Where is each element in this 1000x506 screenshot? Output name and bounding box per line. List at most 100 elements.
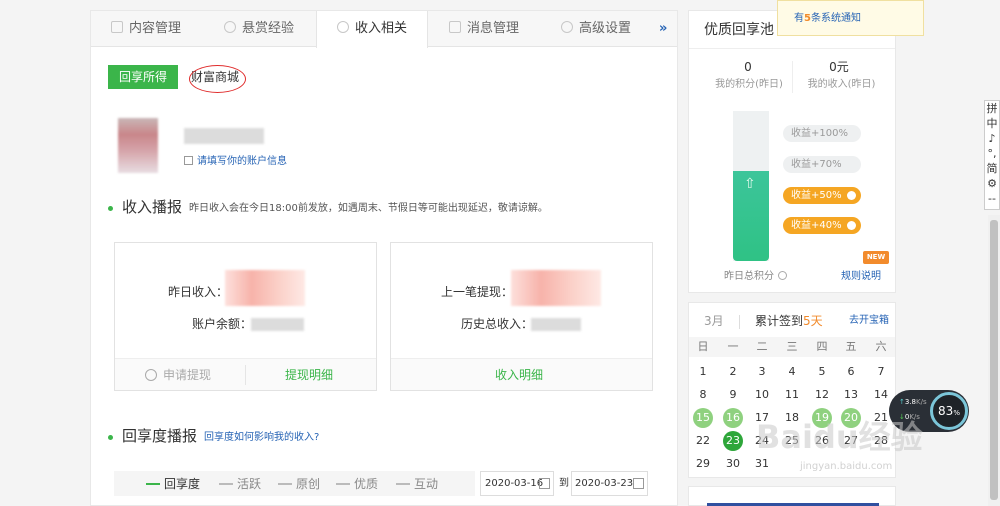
bonus-pill-100: 收益+100% xyxy=(783,125,861,142)
calendar-day-2[interactable]: 2 xyxy=(723,362,743,382)
subtab-share[interactable]: 回享所得 xyxy=(108,65,178,89)
weekday-tue: 二 xyxy=(756,340,768,353)
pool-panel: 优质回享池 0 我的积分(昨日) 0元 我的收入(昨日) ⇧ 收益+100% 收… xyxy=(688,10,896,293)
info-icon xyxy=(145,369,157,381)
edit-icon xyxy=(184,156,193,165)
rules-link[interactable]: 规则说明 xyxy=(841,270,881,284)
legend-line-icon xyxy=(278,483,292,485)
balance-blurred xyxy=(251,318,304,331)
tabs-more-button[interactable]: » xyxy=(659,11,667,47)
divider xyxy=(739,315,740,329)
bullet-icon xyxy=(108,206,113,211)
calendar-day-9[interactable]: 9 xyxy=(723,385,743,405)
mail-icon xyxy=(449,21,461,33)
bonus-pill-70: 收益+70% xyxy=(783,156,861,173)
ime-punct[interactable]: °, xyxy=(985,146,999,161)
ime-simplified[interactable]: 简 xyxy=(985,161,999,176)
calendar-day-8[interactable]: 8 xyxy=(693,385,713,405)
watermark-url: jingyan.baidu.com xyxy=(800,461,893,472)
calendar-day-15[interactable]: 15 xyxy=(693,408,713,428)
tab-advanced[interactable]: 高级设置 xyxy=(561,11,631,47)
withdraw-card-footer: 申请提现 提现明细 xyxy=(115,358,376,390)
open-box-link[interactable]: 去开宝箱 xyxy=(849,314,889,328)
ime-pinyin[interactable]: 拼 xyxy=(985,101,999,116)
ime-more[interactable]: ‑‑ xyxy=(985,191,999,206)
ad-panel xyxy=(688,486,896,506)
points-value: 0 xyxy=(744,60,752,74)
tab-content[interactable]: 内容管理 xyxy=(111,11,181,47)
legend-original[interactable]: 原创 xyxy=(278,476,320,492)
calendar-day-5[interactable]: 5 xyxy=(812,362,832,382)
divider xyxy=(792,61,793,93)
calendar-day-12[interactable]: 12 xyxy=(812,385,832,405)
tab-message[interactable]: 消息管理 xyxy=(449,11,519,47)
calendar-day-7[interactable]: 7 xyxy=(871,362,891,382)
coin-icon xyxy=(224,21,236,33)
points-label: 我的积分(昨日) xyxy=(715,79,783,90)
system-notice[interactable]: 有5条系统通知 xyxy=(777,0,924,36)
income-report-title: 收入播报 xyxy=(122,198,183,216)
calendar-day-14[interactable]: 14 xyxy=(871,385,891,405)
calendar-day-22[interactable]: 22 xyxy=(693,431,713,451)
calendar-day-4[interactable]: 4 xyxy=(782,362,802,382)
divider xyxy=(245,365,246,385)
calendar-day-6[interactable]: 6 xyxy=(841,362,861,382)
income-value: 0元 xyxy=(829,60,849,74)
calendar-month: 3月 xyxy=(704,314,724,328)
calendar-day-29[interactable]: 29 xyxy=(693,454,713,474)
yen-icon xyxy=(336,21,349,33)
ime-chinese[interactable]: 中 xyxy=(985,116,999,131)
legend-line-icon xyxy=(219,483,233,485)
calendar-day-1[interactable]: 1 xyxy=(693,362,713,382)
calendar-day-3[interactable]: 3 xyxy=(752,362,772,382)
income-report-note: 昨日收入会在今日18:00前发放，如遇周末、节假日等可能出现延迟，敬请谅解。 xyxy=(189,203,548,214)
main-panel: 内容管理 悬赏经验 收入相关 消息管理 高级设置 » 回享所得 财富商城 请填写… xyxy=(90,10,678,506)
legend-quality[interactable]: 优质 xyxy=(336,476,378,492)
legend-active[interactable]: 活跃 xyxy=(219,476,261,492)
calendar-day-13[interactable]: 13 xyxy=(841,385,861,405)
legend-share[interactable]: 回享度 xyxy=(146,476,200,492)
pool-title: 优质回享池 xyxy=(704,22,774,38)
yesterday-total-label: 昨日总积分 xyxy=(724,270,787,284)
calendar-day-23[interactable]: 23 xyxy=(723,431,743,451)
gear-icon xyxy=(561,21,573,33)
weekday-wed: 三 xyxy=(786,340,798,353)
income-card: 上一笔提现： 历史总收入： 收入明细 xyxy=(390,242,653,391)
highlight-circle xyxy=(189,65,246,93)
income-detail-link[interactable]: 收入明细 xyxy=(495,367,543,383)
fill-info-link[interactable]: 请填写你的账户信息 xyxy=(184,155,287,169)
withdraw-detail-link[interactable]: 提现明细 xyxy=(285,367,333,383)
share-report-title: 回享度播报 xyxy=(122,427,198,445)
balance-label: 账户余额： xyxy=(192,317,253,331)
scrollbar-thumb[interactable] xyxy=(990,220,998,500)
watermark-logo: Baidu经验 xyxy=(756,418,923,456)
income-card-footer: 收入明细 xyxy=(391,358,652,390)
legend-line-icon xyxy=(396,483,410,485)
last-withdraw-label: 上一笔提现： xyxy=(441,285,514,299)
date-from-input[interactable]: 2020-03-16 xyxy=(480,471,554,496)
upload-speed: ↑3.8K/s xyxy=(899,398,927,406)
tab-income[interactable]: 收入相关 xyxy=(316,11,428,48)
ime-settings-icon[interactable]: ⚙ xyxy=(985,176,999,191)
apply-withdraw-button[interactable]: 申请提现 xyxy=(145,367,211,383)
legend-interact[interactable]: 互动 xyxy=(396,476,438,492)
check-icon xyxy=(847,191,856,200)
yesterday-income-label: 昨日收入： xyxy=(168,285,229,299)
date-to-label: 到 xyxy=(559,478,569,489)
memory-gauge: 83% xyxy=(930,392,968,430)
ime-toolbar: 拼 中 ♪ °, 简 ⚙ ‑‑ xyxy=(984,100,1000,210)
calendar-day-11[interactable]: 11 xyxy=(782,385,802,405)
calendar-day-10[interactable]: 10 xyxy=(752,385,772,405)
date-to-input[interactable]: 2020-03-23 xyxy=(571,471,648,496)
calendar-day-31[interactable]: 31 xyxy=(752,454,772,474)
calendar-day-16[interactable]: 16 xyxy=(723,408,743,428)
share-report-link[interactable]: 回享度如何影响我的收入? xyxy=(204,431,319,445)
legend-bar: 回享度 活跃 原创 优质 互动 xyxy=(114,471,475,496)
weekday-thu: 四 xyxy=(816,340,828,353)
ime-moon-icon[interactable]: ♪ xyxy=(985,131,999,146)
legend-line-icon xyxy=(146,483,160,485)
check-icon xyxy=(847,221,856,230)
tab-reward[interactable]: 悬赏经验 xyxy=(224,11,294,47)
scrollbar[interactable] xyxy=(988,215,1000,506)
calendar-day-30[interactable]: 30 xyxy=(723,454,743,474)
